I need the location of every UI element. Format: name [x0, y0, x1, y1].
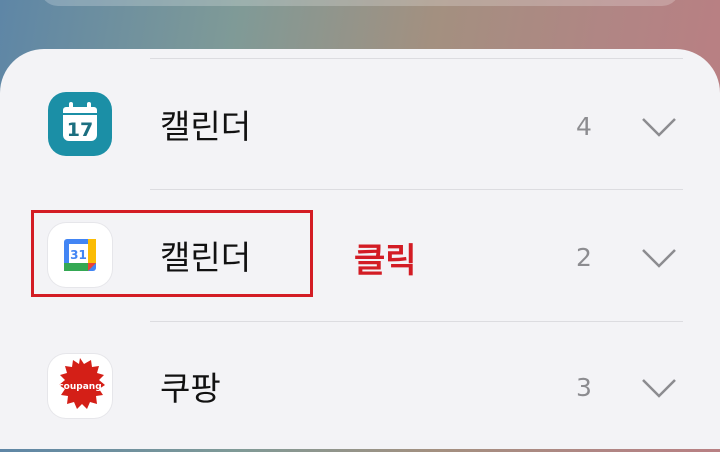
- chevron-down-icon[interactable]: [641, 117, 677, 137]
- app-name-label: 쿠팡: [160, 369, 221, 408]
- list-item-calendar-samsung[interactable]: 17 캘린더 4: [0, 59, 720, 189]
- app-name-label: 캘린더: [160, 107, 252, 146]
- coupang-icon: coupang: [48, 354, 112, 418]
- svg-text:coupang: coupang: [58, 382, 101, 392]
- top-panel-edge: [40, 0, 680, 6]
- chevron-down-icon[interactable]: [641, 378, 677, 398]
- highlight-box: [31, 210, 313, 297]
- notification-count: 3: [576, 373, 592, 402]
- notification-count: 2: [576, 243, 592, 272]
- samsung-calendar-icon: 17: [48, 92, 112, 156]
- click-annotation: 클릭: [354, 241, 417, 281]
- svg-text:17: 17: [67, 119, 93, 141]
- list-item-coupang[interactable]: coupang 쿠팡 3: [0, 322, 720, 452]
- notification-count: 4: [576, 112, 592, 141]
- chevron-down-icon[interactable]: [641, 248, 677, 268]
